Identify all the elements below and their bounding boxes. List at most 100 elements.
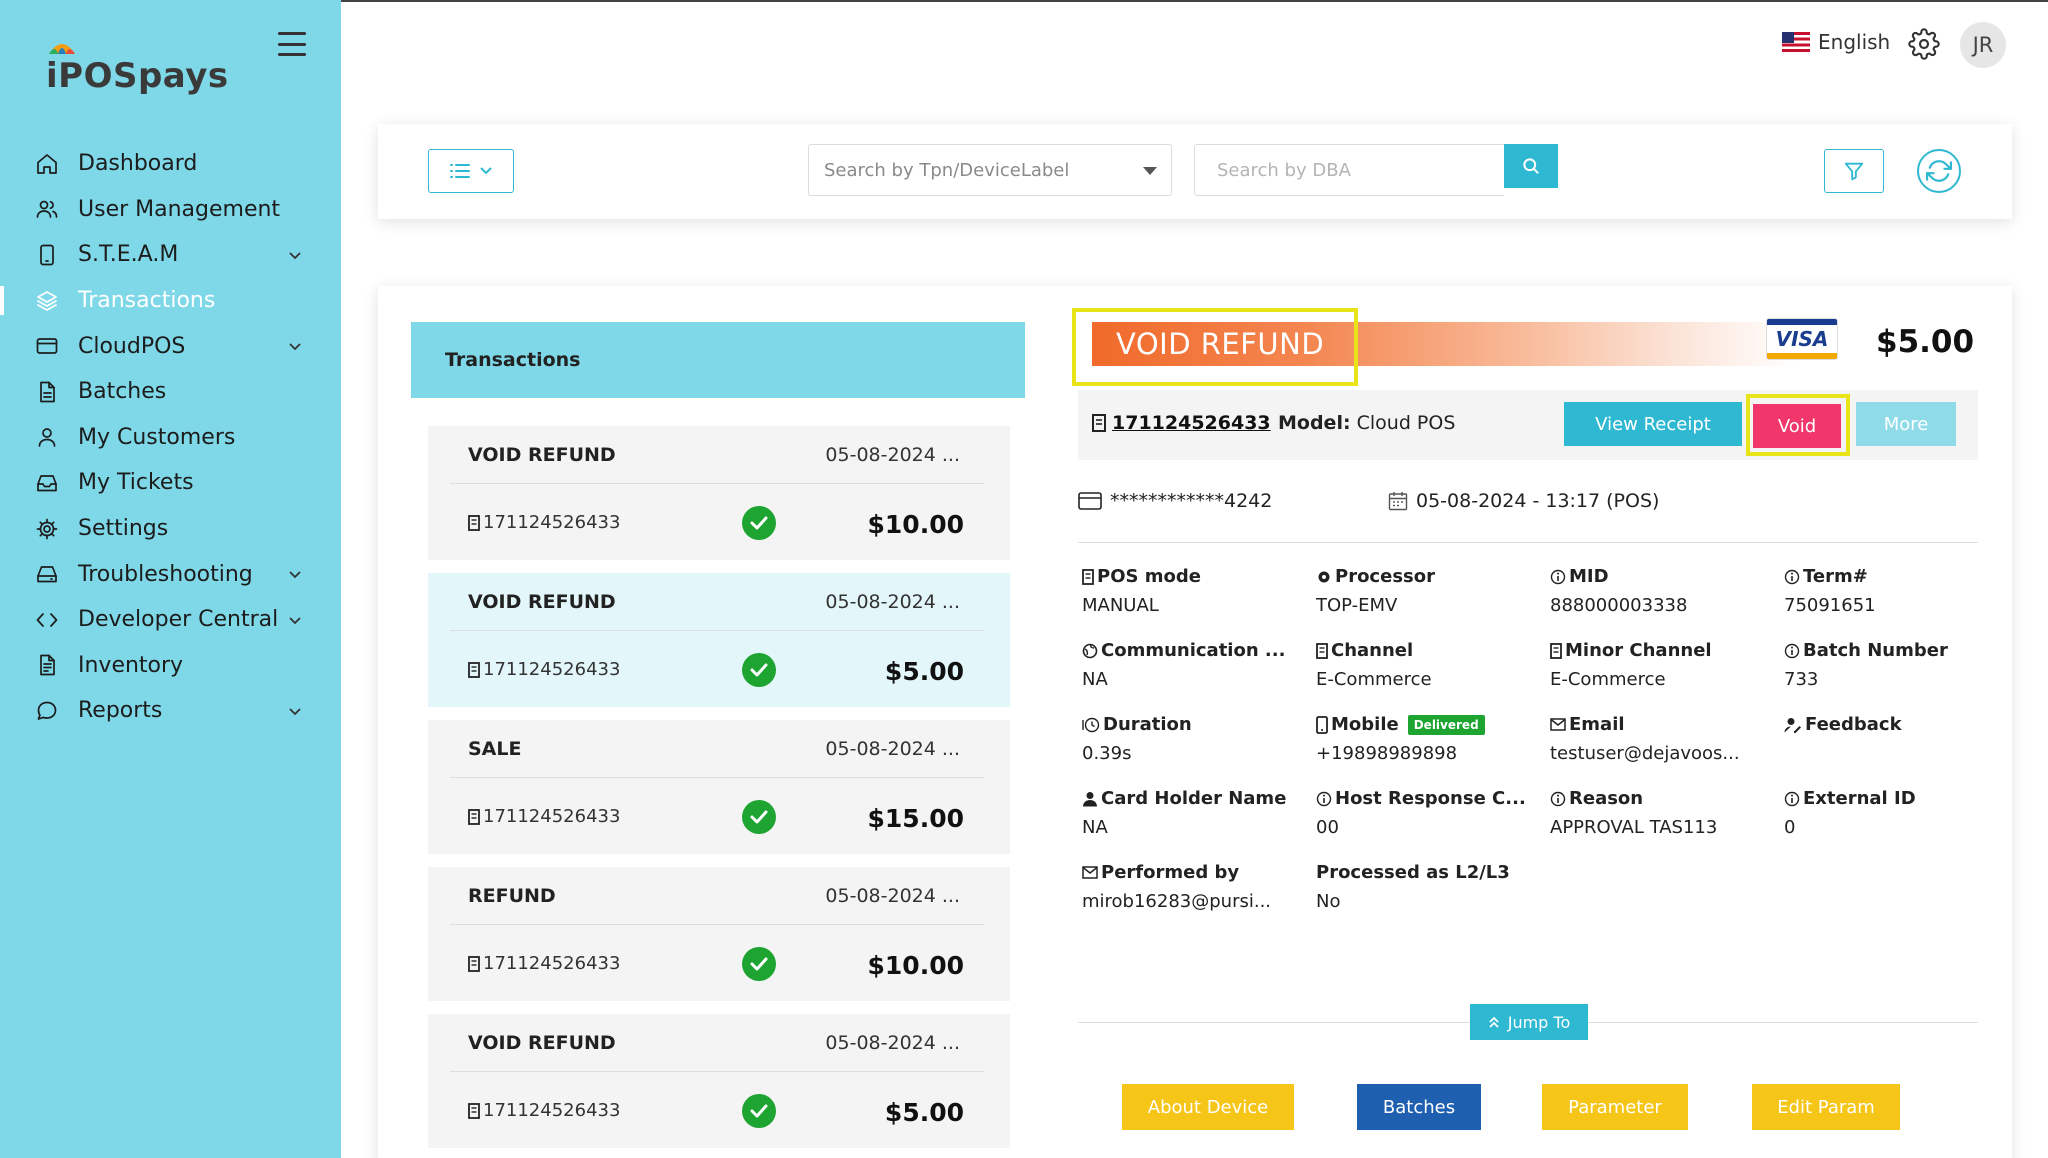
- field-label: Batch Number: [1784, 640, 2004, 661]
- field-value: E-Commerce: [1316, 669, 1432, 690]
- jump-to-button[interactable]: Jump To: [1470, 1004, 1588, 1040]
- sidebar-item-label: Transactions: [78, 288, 216, 314]
- language-selector[interactable]: English: [1782, 30, 1890, 54]
- logo-text: iPOSpays: [46, 56, 229, 96]
- field-label: External ID: [1784, 788, 2004, 809]
- refresh-button[interactable]: [1917, 149, 1961, 193]
- transaction-list-item[interactable]: SALE 05-08-2024 ... 171124526433 $15.00: [428, 720, 1010, 854]
- transaction-list-item[interactable]: VOID REFUND 05-08-2024 ... 171124526433 $10…: [428, 426, 1010, 560]
- transaction-id: 171124526433: [468, 806, 620, 827]
- drive-icon: [34, 561, 60, 587]
- transaction-datetime: 05-08-2024 - 13:17 (POS): [1416, 490, 1660, 512]
- edit-param-button[interactable]: Edit Param: [1752, 1084, 1900, 1130]
- chevron-down-icon[interactable]: [287, 703, 303, 719]
- user-avatar[interactable]: JR: [1960, 22, 2006, 68]
- model-info: Model: Cloud POS: [1278, 412, 1455, 434]
- field-label: Processed as L2/L3: [1316, 862, 1510, 883]
- detail-field-performed-by: Performed by mirob16283@pursi...: [1082, 862, 1302, 912]
- receipt-icon: [468, 514, 480, 531]
- field-label: Performed by: [1082, 862, 1302, 883]
- transactions-title: Transactions: [445, 349, 581, 371]
- sidebar-item-inventory[interactable]: Inventory: [0, 643, 341, 689]
- chevron-down-icon[interactable]: [287, 338, 303, 354]
- sidebar-item-developer-central[interactable]: Developer Central: [0, 597, 341, 643]
- transactions-header: Transactions: [411, 322, 1025, 398]
- sidebar-item-dashboard[interactable]: Dashboard: [0, 141, 341, 187]
- field-value: APPROVAL TAS113: [1550, 817, 1718, 838]
- transaction-date: 05-08-2024 ...: [825, 591, 960, 613]
- sidebar-item-reports[interactable]: Reports: [0, 688, 341, 734]
- detail-field-pos-mode: POS mode MANUAL: [1082, 566, 1302, 616]
- sidebar-item-my-customers[interactable]: My Customers: [0, 415, 341, 461]
- receipt-icon: [468, 1102, 480, 1119]
- sidebar-item-label: Developer Central: [78, 607, 279, 633]
- view-list-dropdown-button[interactable]: [428, 149, 514, 193]
- sidebar-nav: Dashboard User Management S.T.E.A.M Transac…: [0, 141, 341, 734]
- transaction-id-text: 171124526433: [483, 806, 621, 827]
- search-button[interactable]: [1504, 144, 1558, 188]
- sidebar-item-my-tickets[interactable]: My Tickets: [0, 460, 341, 506]
- field-value: E-Commerce: [1550, 669, 1666, 690]
- field-value: NA: [1082, 817, 1108, 838]
- success-check-icon: [742, 947, 776, 981]
- field-label: Feedback: [1784, 714, 2004, 735]
- sidebar-item-batches[interactable]: Batches: [0, 369, 341, 415]
- batches-button[interactable]: Batches: [1357, 1084, 1481, 1130]
- card-brand: VISA: [1775, 327, 1829, 351]
- sidebar-item-transactions[interactable]: Transactions: [0, 278, 341, 324]
- record-id-link[interactable]: 171124526433: [1112, 412, 1271, 434]
- void-highlight-box: [1746, 394, 1850, 456]
- inbox-icon: [34, 470, 60, 496]
- field-label: Duration: [1082, 714, 1302, 735]
- transaction-list-item[interactable]: VOID REFUND 05-08-2024 ... 171124526433 $5.…: [428, 1014, 1010, 1148]
- umbrella-logo-icon: [49, 44, 75, 54]
- transaction-type: REFUND: [468, 885, 556, 907]
- field-label: Email: [1550, 714, 1770, 735]
- sidebar-item-cloudpos[interactable]: CloudPOS: [0, 323, 341, 369]
- mobile-icon: [1316, 715, 1328, 734]
- view-receipt-button[interactable]: View Receipt: [1564, 402, 1742, 446]
- sidebar-item-troubleshooting[interactable]: Troubleshooting: [0, 551, 341, 597]
- detail-field-batch-number: Batch Number 733: [1784, 640, 2004, 690]
- caret-down-icon: [1143, 167, 1157, 175]
- about-device-button[interactable]: About Device: [1122, 1084, 1294, 1130]
- detail-field-email: Email testuser@dejavoos...: [1550, 714, 1770, 764]
- chevron-down-icon: [480, 167, 492, 175]
- transaction-id: 171124526433: [468, 512, 620, 533]
- detail-field-mobile: Mobile Delivered +19898989898: [1316, 714, 1536, 764]
- transaction-list-item[interactable]: REFUND 05-08-2024 ... 171124526433 $10.00: [428, 867, 1010, 1001]
- divider: [450, 483, 984, 484]
- receipt-icon: [1316, 642, 1328, 659]
- more-button[interactable]: More: [1856, 402, 1956, 446]
- menu-toggle-icon[interactable]: [278, 32, 306, 56]
- filter-button[interactable]: [1824, 149, 1884, 193]
- sidebar-item-s-t-e-a-m[interactable]: S.T.E.A.M: [0, 232, 341, 278]
- transaction-amount: $5.00: [884, 1098, 964, 1127]
- model-value: Cloud POS: [1356, 412, 1456, 434]
- field-label: Channel: [1316, 640, 1536, 661]
- field-value: TOP-EMV: [1316, 595, 1398, 616]
- success-check-icon: [742, 800, 776, 834]
- chevron-down-icon[interactable]: [287, 247, 303, 263]
- visa-card-icon: VISA: [1766, 318, 1838, 360]
- detail-field-minor-channel: Minor Channel E-Commerce: [1550, 640, 1770, 690]
- logo[interactable]: iPOSpays: [46, 36, 229, 96]
- field-value: 0: [1784, 817, 1796, 838]
- field-label: Host Response C...: [1316, 788, 1536, 809]
- transaction-amount: $5.00: [1876, 324, 1975, 360]
- sidebar-item-user-management[interactable]: User Management: [0, 187, 341, 233]
- field-label: POS mode: [1082, 566, 1302, 587]
- info-icon: [1784, 569, 1800, 585]
- field-value: No: [1316, 891, 1341, 912]
- parameter-button[interactable]: Parameter: [1542, 1084, 1688, 1130]
- transaction-list-item[interactable]: VOID REFUND 05-08-2024 ... 171124526433 $5.…: [428, 573, 1010, 707]
- tpn-device-search-select[interactable]: Search by Tpn/DeviceLabel: [808, 144, 1172, 196]
- settings-gear-icon[interactable]: [1908, 28, 1940, 60]
- receipt-icon: [1550, 642, 1562, 659]
- sidebar-item-settings[interactable]: Settings: [0, 506, 341, 552]
- detail-field-channel: Channel E-Commerce: [1316, 640, 1536, 690]
- dba-search-input[interactable]: [1194, 144, 1504, 196]
- field-value: MANUAL: [1082, 595, 1159, 616]
- chevron-down-icon[interactable]: [287, 612, 303, 628]
- chevron-down-icon[interactable]: [287, 566, 303, 582]
